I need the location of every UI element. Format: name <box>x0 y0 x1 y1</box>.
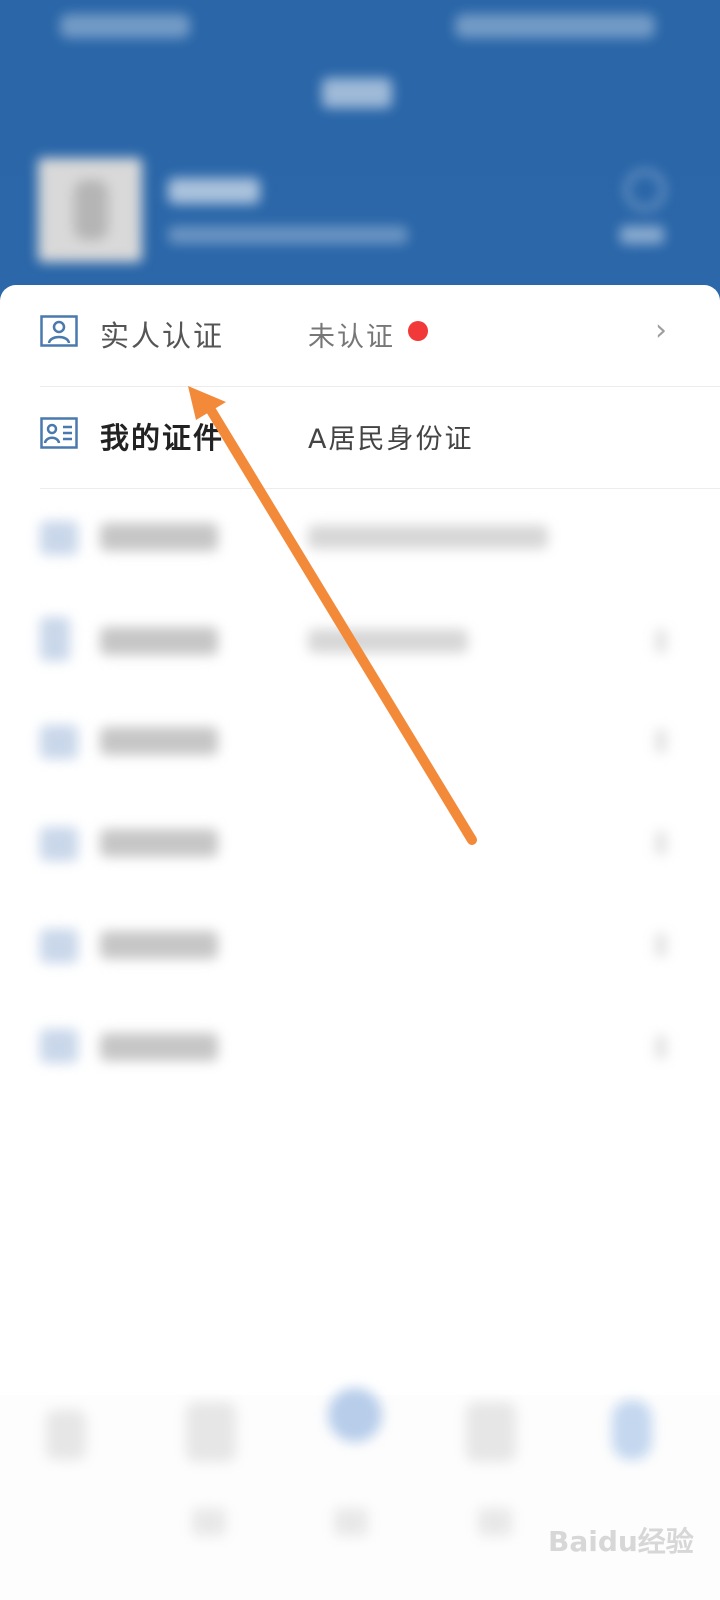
page-title <box>322 78 392 108</box>
blurred-menu-rows <box>0 489 720 1109</box>
system-home-button[interactable] <box>334 1508 368 1536</box>
user-name <box>168 178 260 204</box>
nav-center-button[interactable] <box>328 1388 382 1442</box>
row-label <box>100 727 218 755</box>
row-label <box>100 523 218 551</box>
menu-row-label: 我的证件 <box>100 421 225 455</box>
row-icon <box>40 617 70 661</box>
chevron-right-icon <box>655 933 667 957</box>
nav-item-icon[interactable] <box>466 1402 516 1462</box>
settings-label[interactable] <box>620 226 664 244</box>
row-label <box>100 931 218 959</box>
row-label <box>100 1033 218 1061</box>
settings-icon[interactable] <box>625 170 665 210</box>
chevron-right-icon <box>655 1035 667 1059</box>
auth-status-text: 未认证 <box>308 322 395 353</box>
menu-row-real-person-auth[interactable]: 实人认证 未认证 › <box>0 285 720 387</box>
chevron-right-icon <box>655 831 667 855</box>
document-type-text: A居民身份证 <box>308 424 474 455</box>
screen: 实人认证 未认证 › 我的证件 A居民身份证 Baidu经验 <box>0 0 720 1600</box>
nav-item-icon[interactable] <box>186 1402 236 1462</box>
profile-menu-list: 实人认证 未认证 › 我的证件 A居民身份证 <box>0 285 720 1395</box>
avatar[interactable] <box>38 158 142 262</box>
system-back-button[interactable] <box>478 1508 512 1536</box>
row-label <box>100 627 218 655</box>
nav-home-icon[interactable] <box>46 1410 86 1460</box>
id-card-icon <box>40 417 78 449</box>
chevron-right-icon <box>655 629 667 653</box>
row-icon <box>40 929 78 963</box>
row-icon <box>40 725 78 759</box>
chevron-right-icon <box>655 729 667 753</box>
watermark: Baidu经验 <box>548 1525 694 1558</box>
chevron-right-icon: › <box>655 313 667 348</box>
user-subtitle <box>168 226 408 244</box>
row-label <box>100 829 218 857</box>
row-value <box>308 629 468 653</box>
profile-header <box>0 0 720 300</box>
menu-row-label: 实人认证 <box>100 319 225 353</box>
nav-mine-icon[interactable] <box>612 1400 652 1460</box>
row-value <box>308 525 548 549</box>
row-icon <box>40 827 78 861</box>
row-icon <box>40 521 78 555</box>
status-bar-right <box>455 14 655 38</box>
status-bar-left <box>60 14 190 38</box>
blurred-header-content <box>0 0 720 300</box>
blurred-bottom-nav <box>0 1380 720 1600</box>
person-card-icon <box>40 315 78 347</box>
menu-row-my-documents[interactable]: 我的证件 A居民身份证 <box>0 387 720 489</box>
row-icon <box>40 1029 78 1063</box>
system-menu-button[interactable] <box>192 1508 226 1536</box>
status-dot <box>408 321 428 341</box>
